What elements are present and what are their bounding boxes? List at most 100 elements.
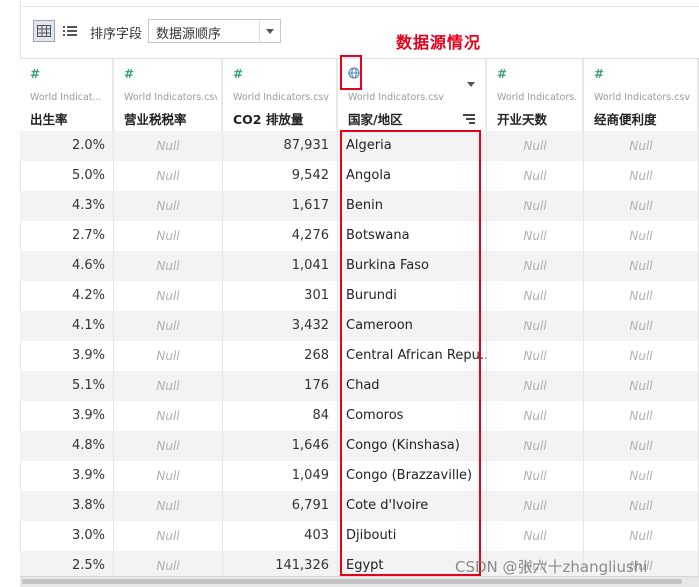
cell-tax[interactable]: Null — [114, 311, 223, 341]
cell-days[interactable]: Null — [487, 401, 584, 431]
cell-tax[interactable]: Null — [114, 371, 223, 401]
cell-birth[interactable]: 4.2% — [20, 281, 114, 311]
cell-birth[interactable]: 3.9% — [20, 401, 114, 431]
cell-days[interactable]: Null — [487, 251, 584, 281]
cell-co2[interactable]: 6,791 — [223, 491, 338, 521]
cell-days[interactable]: Null — [487, 461, 584, 491]
grid-view-button[interactable] — [33, 20, 55, 42]
column-header-ease[interactable]: # World Indicators.csv 经商便利度 — [584, 59, 699, 131]
cell-days[interactable]: Null — [487, 131, 584, 161]
column-name: 经商便利度 — [594, 112, 657, 127]
cell-co2[interactable]: 84 — [223, 401, 338, 431]
cell-birth[interactable]: 4.8% — [20, 431, 114, 461]
column-header-co2[interactable]: # World Indicators.csv CO2 排放量 — [223, 59, 338, 131]
cell-days[interactable]: Null — [487, 371, 584, 401]
column-name: CO2 排放量 — [233, 112, 304, 127]
left-panel-edge — [0, 0, 21, 586]
cell-birth[interactable]: 4.3% — [20, 191, 114, 221]
cell-ease[interactable]: Null — [584, 491, 699, 521]
cell-ease[interactable]: Null — [584, 221, 699, 251]
column-source: World Indicators.csv — [124, 92, 217, 103]
cell-birth[interactable]: 4.6% — [20, 251, 114, 281]
cell-tax[interactable]: Null — [114, 521, 223, 551]
cell-co2[interactable]: 268 — [223, 341, 338, 371]
cell-days[interactable]: Null — [487, 341, 584, 371]
cell-days[interactable]: Null — [487, 311, 584, 341]
cell-tax[interactable]: Null — [114, 161, 223, 191]
column-source: World Indicat... — [30, 92, 102, 103]
cell-ease[interactable]: Null — [584, 251, 699, 281]
cell-days[interactable]: Null — [487, 161, 584, 191]
list-icon — [63, 22, 77, 41]
horizontal-scrollbar[interactable] — [20, 576, 699, 587]
column-menu-icon[interactable] — [467, 72, 475, 91]
cell-tax[interactable]: Null — [114, 221, 223, 251]
cell-days[interactable]: Null — [487, 281, 584, 311]
cell-ease[interactable]: Null — [584, 431, 699, 461]
number-type-icon[interactable]: # — [30, 67, 40, 81]
cell-ease[interactable]: Null — [584, 521, 699, 551]
cell-ease[interactable]: Null — [584, 131, 699, 161]
cell-ease[interactable]: Null — [584, 401, 699, 431]
cell-birth[interactable]: 3.9% — [20, 461, 114, 491]
number-type-icon[interactable]: # — [233, 67, 243, 81]
cell-tax[interactable]: Null — [114, 401, 223, 431]
column-source: World Indicators.csv — [348, 92, 444, 103]
cell-ease[interactable]: Null — [584, 161, 699, 191]
cell-birth[interactable]: 5.0% — [20, 161, 114, 191]
cell-birth[interactable]: 5.1% — [20, 371, 114, 401]
column-header-days[interactable]: # World Indicators.... 开业天数 — [487, 59, 584, 131]
number-type-icon[interactable]: # — [594, 67, 604, 81]
cell-birth[interactable]: 2.5% — [20, 551, 114, 576]
cell-ease[interactable]: Null — [584, 311, 699, 341]
highlight-box-country-column — [340, 130, 481, 576]
cell-co2[interactable]: 403 — [223, 521, 338, 551]
cell-tax[interactable]: Null — [114, 551, 223, 576]
number-type-icon[interactable]: # — [497, 67, 507, 81]
cell-days[interactable]: Null — [487, 191, 584, 221]
cell-birth[interactable]: 2.0% — [20, 131, 114, 161]
cell-days[interactable]: Null — [487, 491, 584, 521]
cell-co2[interactable]: 1,049 — [223, 461, 338, 491]
column-header-birth[interactable]: # World Indicat... 出生率 — [20, 59, 114, 131]
cell-tax[interactable]: Null — [114, 461, 223, 491]
number-type-icon[interactable]: # — [124, 67, 134, 81]
cell-days[interactable]: Null — [487, 431, 584, 461]
cell-tax[interactable]: Null — [114, 341, 223, 371]
cell-co2[interactable]: 301 — [223, 281, 338, 311]
cell-co2[interactable]: 87,931 — [223, 131, 338, 161]
cell-birth[interactable]: 3.9% — [20, 341, 114, 371]
cell-co2[interactable]: 4,276 — [223, 221, 338, 251]
cell-tax[interactable]: Null — [114, 281, 223, 311]
cell-co2[interactable]: 9,542 — [223, 161, 338, 191]
column-header-tax[interactable]: # World Indicators.csv 营业税税率 — [114, 59, 223, 131]
cell-ease[interactable]: Null — [584, 281, 699, 311]
scrollbar-thumb[interactable] — [22, 579, 682, 584]
cell-ease[interactable]: Null — [584, 191, 699, 221]
cell-co2[interactable]: 141,326 — [223, 551, 338, 576]
cell-birth[interactable]: 3.8% — [20, 491, 114, 521]
cell-ease[interactable]: Null — [584, 461, 699, 491]
cell-days[interactable]: Null — [487, 521, 584, 551]
cell-birth[interactable]: 2.7% — [20, 221, 114, 251]
cell-ease[interactable]: Null — [584, 371, 699, 401]
cell-birth[interactable]: 4.1% — [20, 311, 114, 341]
cell-co2[interactable]: 1,041 — [223, 251, 338, 281]
cell-tax[interactable]: Null — [114, 131, 223, 161]
cell-tax[interactable]: Null — [114, 491, 223, 521]
list-view-button[interactable] — [59, 20, 81, 42]
cell-birth[interactable]: 3.0% — [20, 521, 114, 551]
sort-icon[interactable] — [463, 109, 475, 128]
cell-tax[interactable]: Null — [114, 251, 223, 281]
cell-ease[interactable]: Null — [584, 341, 699, 371]
cell-co2[interactable]: 3,432 — [223, 311, 338, 341]
sort-field-select[interactable]: 数据源顺序 — [148, 19, 281, 43]
sort-field-label: 排序字段 — [90, 27, 143, 42]
cell-tax[interactable]: Null — [114, 431, 223, 461]
cell-co2[interactable]: 1,617 — [223, 191, 338, 221]
chevron-down-icon[interactable] — [259, 20, 280, 42]
cell-tax[interactable]: Null — [114, 191, 223, 221]
cell-co2[interactable]: 1,646 — [223, 431, 338, 461]
cell-days[interactable]: Null — [487, 221, 584, 251]
cell-co2[interactable]: 176 — [223, 371, 338, 401]
